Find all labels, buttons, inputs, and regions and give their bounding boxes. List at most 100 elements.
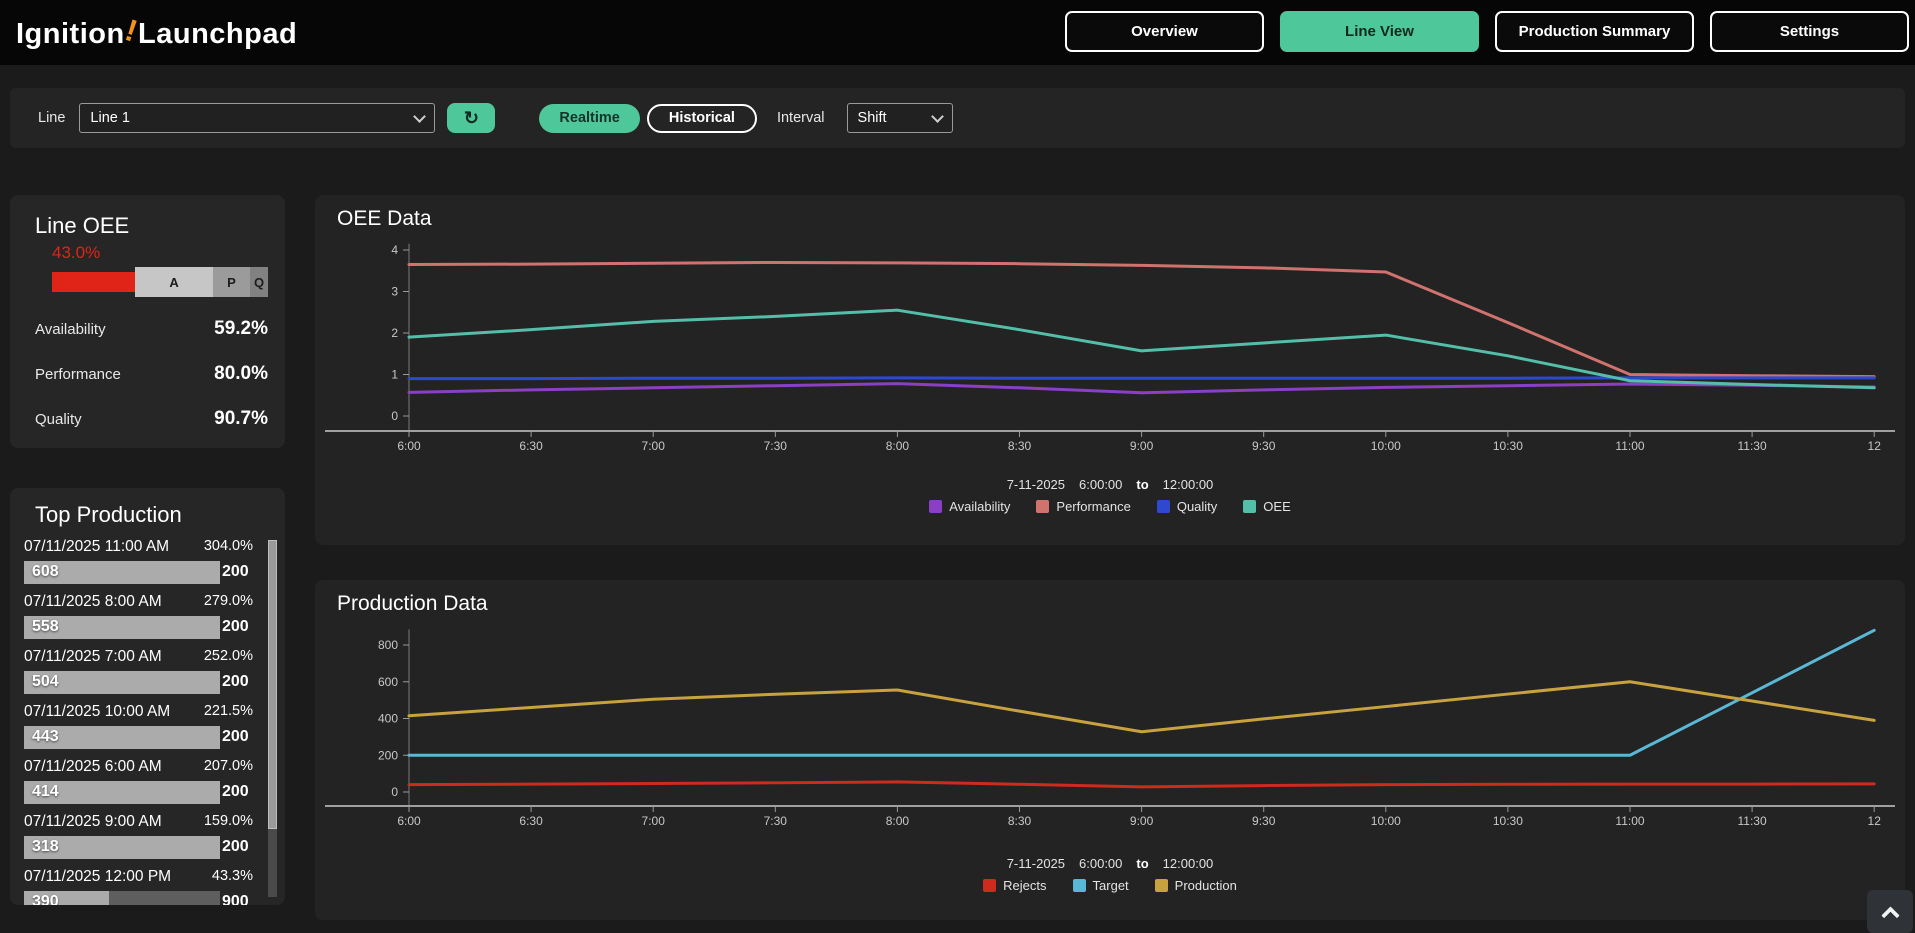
row-target: 200 bbox=[222, 838, 253, 856]
svg-text:4: 4 bbox=[391, 243, 398, 257]
row-percent: 207.0% bbox=[204, 758, 253, 778]
metric-label: Performance bbox=[35, 366, 121, 383]
svg-text:8:00: 8:00 bbox=[886, 814, 910, 828]
row-timestamp: 07/11/2025 11:00 AM bbox=[24, 538, 169, 558]
series-line-availability bbox=[409, 384, 1874, 393]
legend-item-target: Target bbox=[1073, 878, 1129, 893]
svg-text:10:00: 10:00 bbox=[1371, 814, 1401, 828]
row-percent: 252.0% bbox=[204, 648, 253, 668]
series-line-performance bbox=[409, 262, 1874, 376]
row-target: 200 bbox=[222, 563, 253, 581]
row-target: 200 bbox=[222, 618, 253, 636]
line-oee-title: Line OEE bbox=[35, 213, 129, 239]
oee-chart-legend: AvailabilityPerformanceQualityOEE bbox=[315, 499, 1905, 514]
svg-text:7:00: 7:00 bbox=[642, 814, 666, 828]
legend-item-production: Production bbox=[1155, 878, 1237, 893]
legend-swatch-icon bbox=[1036, 500, 1049, 513]
legend-item-oee: OEE bbox=[1243, 499, 1290, 514]
top-production-row: 07/11/2025 10:00 AM221.5%443200 bbox=[24, 703, 253, 746]
historical-button[interactable]: Historical bbox=[647, 104, 757, 133]
scroll-top-button[interactable] bbox=[1867, 890, 1913, 933]
row-target: 200 bbox=[222, 783, 253, 801]
row-percent: 159.0% bbox=[204, 813, 253, 833]
top-nav: Overview Line View Production Summary Setti… bbox=[1065, 11, 1909, 52]
row-percent: 43.3% bbox=[212, 868, 253, 888]
legend-item-availability: Availability bbox=[929, 499, 1010, 514]
toolbar: Line Line 1 ↻ Realtime Historical Interv… bbox=[10, 88, 1905, 148]
nav-button-production-summary[interactable]: Production Summary bbox=[1495, 11, 1694, 52]
svg-text:11:30: 11:30 bbox=[1738, 814, 1767, 828]
row-value: 558 bbox=[32, 618, 59, 636]
metric-label: Availability bbox=[35, 321, 106, 338]
legend-swatch-icon bbox=[1157, 500, 1170, 513]
caption-end: 12:00:00 bbox=[1163, 477, 1214, 492]
caption-to: to bbox=[1136, 856, 1148, 871]
logo-text-ignition: Ignition bbox=[16, 18, 125, 51]
chevron-down-icon bbox=[414, 110, 427, 123]
row-progress-bar: 443200 bbox=[24, 726, 220, 749]
legend-swatch-icon bbox=[929, 500, 942, 513]
chevron-down-icon bbox=[931, 110, 944, 123]
app-logo: Ignition ! Launchpad bbox=[16, 15, 297, 51]
row-value: 390 bbox=[32, 893, 59, 905]
svg-text:6:00: 6:00 bbox=[397, 814, 421, 828]
top-production-row: 07/11/2025 8:00 AM279.0%558200 bbox=[24, 593, 253, 636]
svg-text:6:30: 6:30 bbox=[519, 814, 543, 828]
caption-start: 6:00:00 bbox=[1079, 477, 1122, 492]
refresh-button[interactable]: ↻ bbox=[447, 103, 495, 133]
nav-button-overview[interactable]: Overview bbox=[1065, 11, 1264, 52]
svg-text:7:30: 7:30 bbox=[764, 814, 788, 828]
series-line-rejects bbox=[409, 782, 1874, 787]
legend-label: Target bbox=[1093, 878, 1129, 893]
top-production-row: 07/11/2025 7:00 AM252.0%504200 bbox=[24, 648, 253, 691]
caption-to: to bbox=[1136, 477, 1148, 492]
svg-text:800: 800 bbox=[378, 638, 398, 652]
top-production-row: 07/11/2025 9:00 AM159.0%318200 bbox=[24, 813, 253, 856]
series-line-quality bbox=[409, 378, 1874, 379]
row-value: 443 bbox=[32, 728, 59, 746]
oee-chart-title: OEE Data bbox=[337, 207, 432, 231]
oee-bar-fill bbox=[52, 272, 135, 292]
legend-label: Availability bbox=[949, 499, 1010, 514]
row-target: 200 bbox=[222, 673, 253, 691]
metric-value: 90.7% bbox=[214, 408, 268, 430]
caption-date: 7-11-2025 bbox=[1007, 477, 1065, 492]
top-production-scrollbar[interactable] bbox=[268, 540, 277, 897]
metric-row-performance: Performance 80.0% bbox=[35, 363, 268, 385]
production-chart-legend: Rejects Target Production bbox=[315, 878, 1905, 893]
legend-swatch-icon bbox=[1073, 879, 1086, 892]
nav-button-line-view[interactable]: Line View bbox=[1280, 11, 1479, 52]
oee-chart-caption: 7-11-2025 6:00:00 to 12:00:00 bbox=[315, 477, 1905, 492]
svg-text:12: 12 bbox=[1868, 814, 1882, 828]
row-timestamp: 07/11/2025 10:00 AM bbox=[24, 703, 170, 723]
oee-bar-segment-q: Q bbox=[250, 267, 268, 297]
row-progress-bar: 558200 bbox=[24, 616, 220, 639]
nav-button-settings[interactable]: Settings bbox=[1710, 11, 1909, 52]
legend-label: Production bbox=[1175, 878, 1237, 893]
svg-text:8:30: 8:30 bbox=[1008, 814, 1032, 828]
scrollbar-thumb[interactable] bbox=[268, 540, 277, 829]
svg-text:10:30: 10:30 bbox=[1493, 439, 1523, 453]
row-timestamp: 07/11/2025 8:00 AM bbox=[24, 593, 162, 613]
svg-text:10:30: 10:30 bbox=[1493, 814, 1523, 828]
legend-item-quality: Quality bbox=[1157, 499, 1217, 514]
row-percent: 279.0% bbox=[204, 593, 253, 613]
page: Ignition ! Launchpad Overview Line View Pr… bbox=[0, 0, 1915, 933]
row-progress-bar: 608200 bbox=[24, 561, 220, 584]
row-percent: 304.0% bbox=[204, 538, 253, 558]
oee-line-chart: 012346:006:307:007:308:008:309:009:3010:… bbox=[323, 241, 1897, 465]
metric-value: 80.0% bbox=[214, 363, 268, 385]
top-production-title: Top Production bbox=[35, 502, 182, 528]
svg-text:600: 600 bbox=[378, 675, 398, 689]
caption-end: 12:00:00 bbox=[1163, 856, 1214, 871]
line-oee-card: Line OEE 43.0% APQ Availability59.2%Perf… bbox=[10, 195, 285, 448]
legend-swatch-icon bbox=[1155, 879, 1168, 892]
legend-item-rejects: Rejects bbox=[983, 878, 1046, 893]
top-production-row: 07/11/2025 11:00 AM 304.0% 608200 bbox=[24, 538, 253, 581]
series-line-target bbox=[409, 630, 1874, 755]
svg-text:7:30: 7:30 bbox=[764, 439, 788, 453]
realtime-button[interactable]: Realtime bbox=[539, 104, 639, 133]
interval-select[interactable]: Shift bbox=[847, 103, 953, 133]
svg-text:7:00: 7:00 bbox=[642, 439, 666, 453]
line-select[interactable]: Line 1 bbox=[79, 103, 435, 133]
